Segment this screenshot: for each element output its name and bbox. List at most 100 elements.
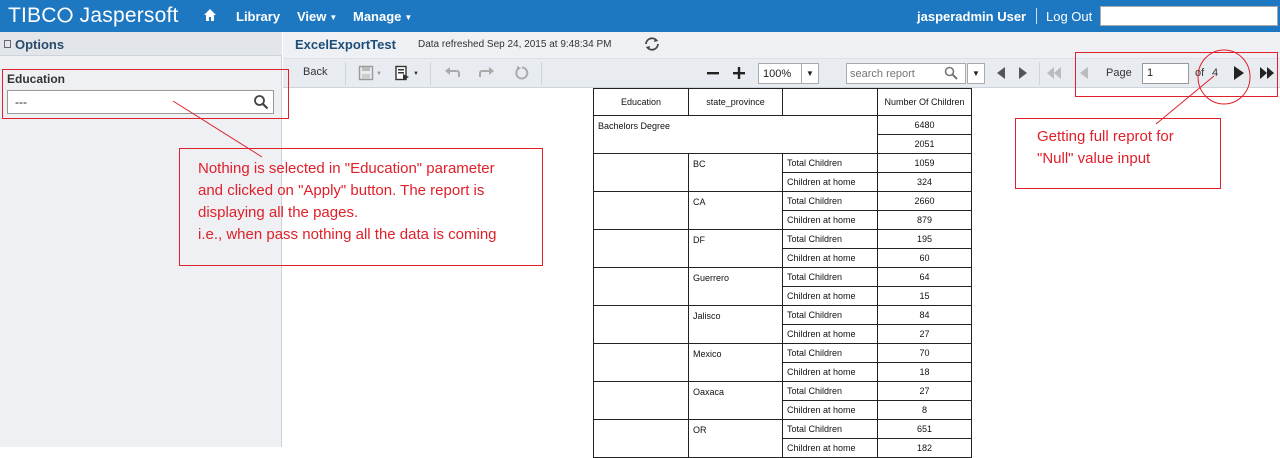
measure-label-cell: Children at home [782, 210, 878, 230]
refresh-icon[interactable] [643, 36, 661, 52]
value-cell: 8 [877, 400, 972, 420]
annotation-line: displaying all the pages. [198, 204, 359, 221]
value-cell: 64 [877, 267, 972, 287]
annotation-box-parameter [2, 69, 289, 119]
save-icon[interactable] [358, 65, 374, 81]
chevron-down-icon[interactable]: ▼ [801, 64, 818, 83]
measure-label-cell: Children at home [782, 362, 878, 382]
group-label: Bachelors Degree [593, 115, 878, 154]
table-row: Mexico Total Children 70 [593, 343, 972, 382]
report-title: ExcelExportTest [295, 37, 396, 52]
annotation-line: Nothing is selected in "Education" param… [198, 160, 495, 177]
value-cell: 195 [877, 229, 972, 249]
jaspersoft-logo[interactable]: TIBC⭘ Jaspersoft [8, 4, 179, 28]
measure-label-cell: Children at home [782, 324, 878, 344]
chevron-down-icon: ▼ [376, 71, 382, 77]
search-options-dropdown[interactable]: ▼ [967, 63, 985, 84]
nav-manage[interactable]: Manage ▼ [353, 9, 412, 24]
value-cell: 18 [877, 362, 972, 382]
nav-manage-label: Manage [353, 9, 402, 24]
export-icon[interactable] [394, 65, 410, 81]
annotation-line: Getting full reprot for [1037, 128, 1174, 145]
report-search[interactable] [846, 63, 966, 84]
report-search-input[interactable] [850, 66, 942, 81]
group-total-cell: 6480 [877, 115, 972, 135]
report-table-body: BC Total Children 1059 Children at home 324 C… [593, 153, 972, 458]
first-page-icon[interactable] [1046, 65, 1062, 81]
options-panel-header[interactable]: Options [0, 32, 282, 56]
table-row: CA Total Children 2660 [593, 191, 972, 230]
measure-label-cell: Total Children [782, 419, 878, 439]
table-header-row: Education state_province Number Of Child… [593, 88, 972, 116]
annotation-note-right: Getting full reprot for "Null" value inp… [1015, 118, 1221, 189]
report-table: Education state_province Number Of Child… [593, 88, 972, 458]
value-cell: 2660 [877, 191, 972, 211]
search-icon[interactable] [944, 66, 958, 80]
search-previous-icon[interactable] [993, 65, 1009, 81]
education-cell [593, 381, 689, 420]
toolbar-divider [345, 62, 346, 85]
annotation-left-text: Nothing is selected in "Education" param… [198, 158, 497, 246]
column-header [782, 88, 878, 116]
global-search-input[interactable] [1100, 6, 1278, 26]
chevron-down-icon: ▼ [329, 13, 338, 23]
home-icon[interactable] [203, 8, 217, 22]
state-cell: Mexico [688, 343, 783, 382]
redo-icon[interactable] [479, 65, 495, 81]
zoom-out-icon[interactable] [705, 65, 721, 81]
toolbar-divider [541, 62, 542, 85]
reset-icon[interactable] [514, 65, 530, 81]
back-button[interactable]: Back [303, 66, 327, 78]
logout-link[interactable]: Log Out [1046, 9, 1092, 24]
toolbar-divider [1039, 62, 1040, 85]
measure-label-cell: Total Children [782, 343, 878, 363]
measure-label-cell: Children at home [782, 438, 878, 458]
measure-label-cell: Total Children [782, 305, 878, 325]
education-cell [593, 305, 689, 344]
column-header: state_province [688, 88, 783, 116]
education-cell [593, 153, 689, 192]
measure-label-cell: Children at home [782, 172, 878, 192]
education-cell [593, 419, 689, 458]
measure-label-cell: Total Children [782, 153, 878, 173]
value-cell: 15 [877, 286, 972, 306]
state-cell: Guerrero [688, 267, 783, 306]
column-header: Education [593, 88, 689, 116]
state-cell: BC [688, 153, 783, 192]
state-cell: OR [688, 419, 783, 458]
measure-label-cell: Children at home [782, 400, 878, 420]
column-header: Number Of Children [877, 88, 972, 116]
annotation-line: and clicked on "Apply" button. The repor… [198, 182, 485, 199]
value-cell: 60 [877, 248, 972, 268]
nav-divider [1036, 8, 1037, 24]
education-cell [593, 343, 689, 382]
annotation-line: "Null" value input [1037, 150, 1151, 167]
zoom-in-icon[interactable] [731, 65, 747, 81]
value-cell: 182 [877, 438, 972, 458]
measure-label-cell: Total Children [782, 229, 878, 249]
zoom-select[interactable]: 100% ▼ [758, 63, 819, 84]
annotation-line: i.e., when pass nothing all the data is … [198, 226, 497, 243]
nav-library[interactable]: Library [236, 9, 280, 24]
user-name[interactable]: jasperadmin User [917, 9, 1026, 24]
chevron-down-icon: ▼ [413, 71, 419, 77]
collapse-icon[interactable] [4, 40, 11, 48]
table-row: BC Total Children 1059 [593, 153, 972, 192]
undo-icon[interactable] [444, 65, 460, 81]
data-refreshed-text: Data refreshed Sep 24, 2015 at 9:48:34 P… [418, 39, 612, 50]
toolbar-divider [430, 62, 431, 85]
table-row: DF Total Children 195 [593, 229, 972, 268]
nav-view[interactable]: View ▼ [297, 9, 337, 24]
table-row: Guerrero Total Children 64 [593, 267, 972, 306]
measure-label-cell: Children at home [782, 286, 878, 306]
search-next-icon[interactable] [1015, 65, 1031, 81]
group-total-cell: 2051 [877, 134, 972, 154]
annotation-right-text: Getting full reprot for "Null" value inp… [1037, 126, 1174, 170]
value-cell: 27 [877, 324, 972, 344]
group-row: Bachelors Degree 6480 [593, 115, 972, 154]
value-cell: 651 [877, 419, 972, 439]
education-cell [593, 191, 689, 230]
zoom-value: 100% [763, 68, 792, 80]
education-cell [593, 229, 689, 268]
state-cell: Oaxaca [688, 381, 783, 420]
